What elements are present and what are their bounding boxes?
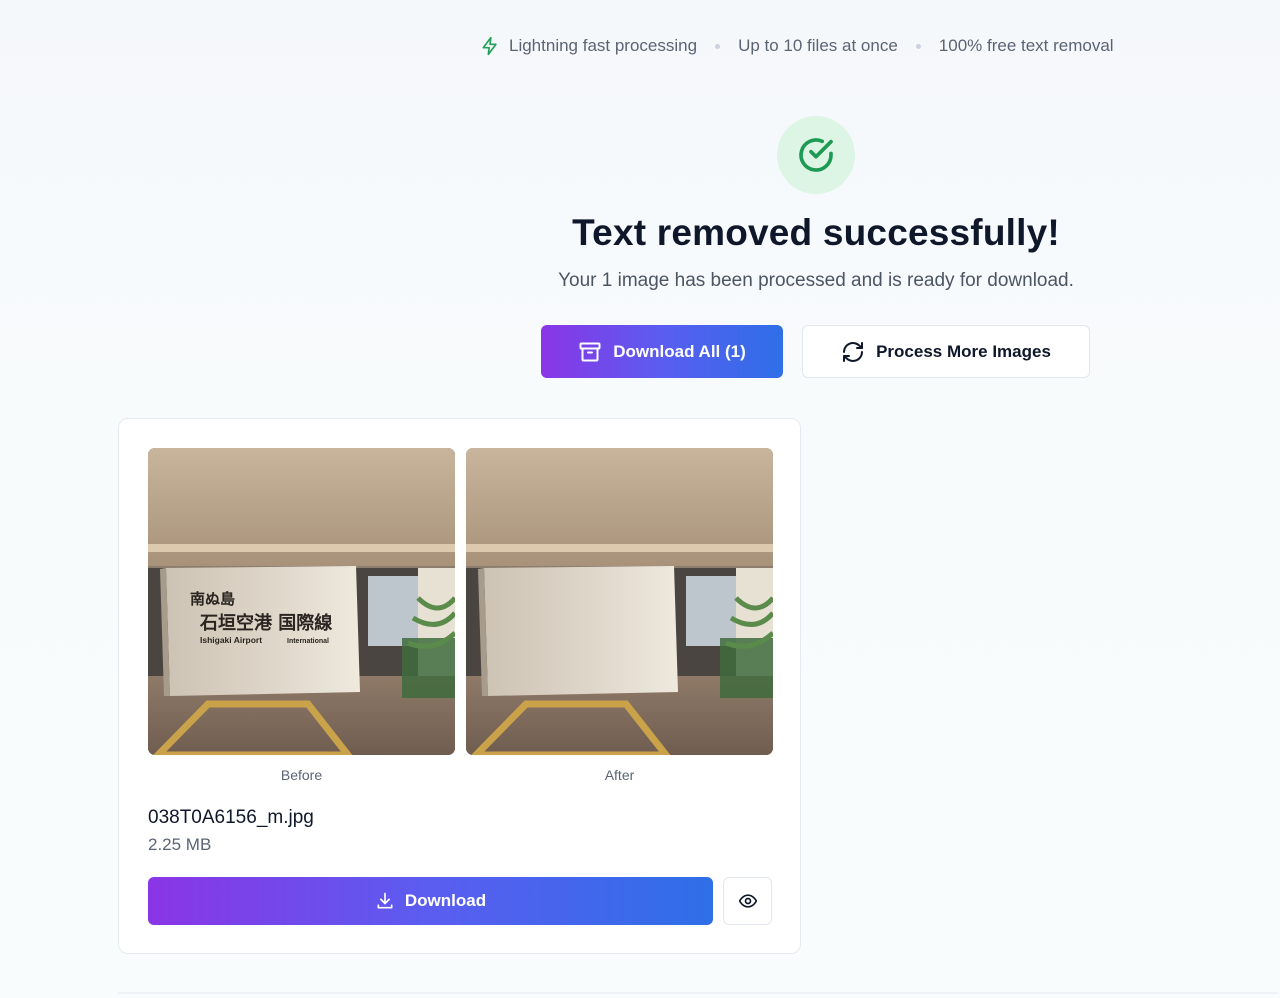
download-all-button[interactable]: Download All (1): [541, 325, 783, 378]
download-label: Download: [404, 891, 487, 910]
separator-dot: [915, 43, 921, 49]
feature-free-removal: 100% free text removal: [938, 36, 1114, 55]
download-icon: [377, 892, 393, 909]
process-more-label: Process More Images: [876, 341, 1051, 361]
separator-dot: [715, 43, 721, 49]
before-image[interactable]: 南ぬ島 石垣空港 国際線 Ishigaki Airport Internatio…: [148, 448, 455, 755]
result-card: 南ぬ島 石垣空港 国際線 Ishigaki Airport Internatio…: [118, 418, 801, 954]
feature-fast-processing: Lightning fast processing: [509, 36, 698, 55]
page-title: Text removed successfully!: [572, 212, 1060, 253]
check-circle-icon: [799, 138, 833, 172]
after-image[interactable]: [466, 448, 773, 755]
section-divider: [118, 992, 1278, 994]
download-all-label: Download All (1): [613, 341, 746, 361]
file-size: 2.25 MB: [148, 835, 212, 854]
sign-line-2: 石垣空港 国際線: [199, 612, 332, 634]
page-subtitle: Your 1 image has been processed and is r…: [558, 270, 1074, 291]
feature-file-limit: Up to 10 files at once: [738, 36, 898, 55]
preview-button[interactable]: [723, 877, 772, 925]
before-caption: Before: [280, 767, 323, 783]
file-name: 038T0A6156_m.jpg: [148, 807, 314, 828]
after-caption: After: [604, 767, 635, 783]
eye-icon: [738, 894, 757, 908]
download-button[interactable]: Download: [148, 877, 713, 925]
features-bar: Lightning fast processing Up to 10 files…: [480, 34, 1114, 58]
sign-line-1: 南ぬ島: [190, 590, 235, 608]
sign-line-3-left: Ishigaki Airport: [200, 635, 262, 645]
process-more-button[interactable]: Process More Images: [802, 325, 1090, 378]
success-badge: [777, 116, 855, 194]
refresh-icon: [843, 341, 864, 362]
archive-icon: [579, 342, 601, 361]
sign-line-3-right: International: [287, 638, 329, 645]
lightning-icon: [480, 36, 500, 56]
